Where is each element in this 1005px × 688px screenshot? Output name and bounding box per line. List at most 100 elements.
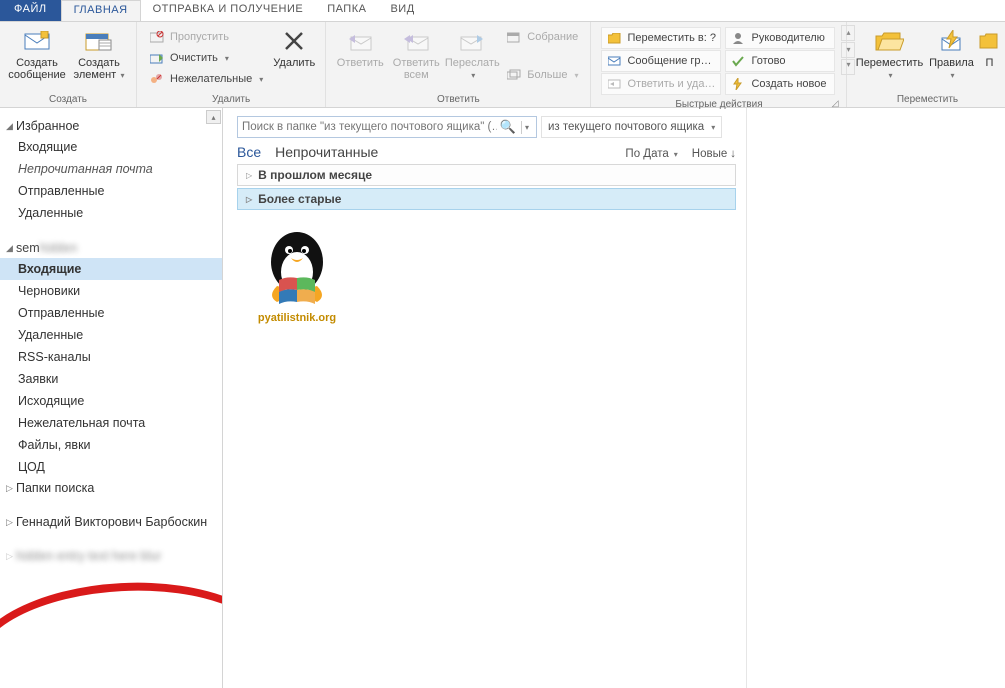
reply-button[interactable]: Ответить [332,25,388,69]
folder-cod[interactable]: ЦОД [0,456,222,478]
filter-unread[interactable]: Непрочитанные [275,144,378,160]
lightning-icon [731,77,745,91]
meeting-icon [506,29,522,45]
forward-button[interactable]: Переслать ▾ [444,25,500,82]
dropdown-caret-icon: ▾ [259,75,263,84]
move-label: Переместить [856,57,923,69]
more-icon [506,67,522,83]
delete-x-icon [278,27,310,55]
clean-button[interactable]: Очистить ▾ [145,48,267,68]
new-message-button[interactable]: Создать сообщение [6,25,68,81]
expand-icon: ▷ [6,517,16,528]
tab-view[interactable]: ВИД [378,0,426,21]
search-box[interactable]: 🔍 ▾ [237,116,537,138]
watermark-logo: pyatilistnik.org [237,226,357,324]
ribbon-tabs: ФАЙЛ ГЛАВНАЯ ОТПРАВКА И ПОЛУЧЕНИЕ ПАПКА … [0,0,1005,22]
folder-rss[interactable]: RSS-каналы [0,346,222,368]
collapse-icon: ◢ [6,243,16,254]
forward-icon [456,27,488,55]
dropdown-caret-icon: ▾ [674,150,678,159]
sort-direction-button[interactable]: Новые ↓ [692,148,736,160]
hidden-section: ▷hidden entry text here blur [0,546,222,566]
filter-all[interactable]: Все [237,144,261,160]
ribbon-group-quick-label: Быстрые действия◿ [597,97,840,111]
dialog-launcher-icon[interactable]: ◿ [832,98,839,109]
ribbon-group-create: Создать сообщение Создать элемент ▾ Созд… [0,22,137,107]
tab-folder[interactable]: ПАПКА [315,0,378,21]
new-item-label: Создать элемент [74,57,120,81]
reply-all-button[interactable]: Ответить всем [388,25,444,81]
folder-outbox[interactable]: Исходящие [0,390,222,412]
more-respond-button[interactable]: Больше▾ [502,65,582,85]
search-scope-dropdown[interactable]: из текущего почтового ящика ▾ [541,116,722,138]
forward-label: Переслать [445,57,500,69]
fav-inbox[interactable]: Входящие [0,136,222,158]
sort-by-button[interactable]: По Дата ▾ [625,148,677,160]
dropdown-caret-icon: ▾ [574,71,578,80]
message-list-pane: 🔍 ▾ из текущего почтового ящика ▾ Все Не… [223,108,747,688]
fav-deleted[interactable]: Удаленные [0,202,222,224]
search-input[interactable] [242,121,497,133]
folder-open-icon [873,27,905,55]
reply-all-icon [400,27,432,55]
ribbon-group-delete-label: Удалить [143,92,319,106]
search-folders-header[interactable]: ▷Папки поиска [0,478,222,498]
ribbon-group-quick: Переместить в: ? Руководителю Сообщение … [591,22,847,107]
new-item-button[interactable]: Создать элемент ▾ [68,25,130,82]
delete-button[interactable]: Удалить [269,25,319,69]
account-header[interactable]: ◢semhidden [0,238,222,258]
ribbon: Создать сообщение Создать элемент ▾ Созд… [0,22,1005,108]
penguin-windows-icon [247,226,347,310]
quick-done[interactable]: Готово [725,50,835,72]
quick-to-manager[interactable]: Руководителю [725,27,835,49]
folder-drafts[interactable]: Черновики [0,280,222,302]
dropdown-caret-icon: ▾ [118,71,124,80]
group-last-month[interactable]: ▷ В прошлом месяце [237,164,736,186]
clean-label: Очистить [170,52,218,64]
dropdown-caret-icon: ▾ [888,71,892,80]
ignore-label: Пропустить [170,31,229,43]
reply-icon [344,27,376,55]
folder-deleted[interactable]: Удаленные [0,324,222,346]
truncated-button[interactable]: П [977,25,1001,69]
junk-label: Нежелательные [170,73,252,85]
quick-msg-group[interactable]: Сообщение гр… [601,50,721,72]
check-icon [731,54,745,68]
new-message-label: Создать сообщение [8,57,66,81]
clean-icon [149,50,165,66]
mail-new-icon [21,27,53,55]
folder-inbox[interactable]: Входящие [0,258,222,280]
shared-mailbox-section: ▷Геннадий Викторович Барбоскин [0,512,222,532]
tab-home[interactable]: ГЛАВНАЯ [61,0,141,21]
quick-create-new[interactable]: Создать новое [725,73,835,95]
folder-sent[interactable]: Отправленные [0,302,222,324]
fav-unread[interactable]: Непрочитанная почта [0,158,222,180]
dropdown-caret-icon: ▾ [225,54,229,63]
group-older[interactable]: ▷ Более старые [237,188,736,210]
scroll-up-icon[interactable]: ▴ [206,110,221,124]
search-caret-icon[interactable]: ▾ [521,121,532,134]
fav-sent[interactable]: Отправленные [0,180,222,202]
tab-send-receive[interactable]: ОТПРАВКА И ПОЛУЧЕНИЕ [141,0,316,21]
junk-button[interactable]: Нежелательные ▾ [145,69,267,89]
quick-move-to[interactable]: Переместить в: ? [601,27,721,49]
folder-junk[interactable]: Нежелательная почта [0,412,222,434]
move-button[interactable]: Переместить ▾ [853,25,925,82]
folder-requests[interactable]: Заявки [0,368,222,390]
favorites-header[interactable]: ◢Избранное [0,116,222,136]
main-area: ▴ ◢Избранное Входящие Непрочитанная почт… [0,108,1005,688]
tab-file[interactable]: ФАЙЛ [0,0,61,21]
search-icon[interactable]: 🔍 [497,119,519,135]
ribbon-group-create-label: Создать [6,92,130,106]
ribbon-group-delete: Пропустить Очистить ▾ Нежелательные ▾ Удал… [137,22,326,107]
shared-mailbox-header[interactable]: ▷Геннадий Викторович Барбоскин [0,512,222,532]
junk-icon [149,71,165,87]
rules-button[interactable]: Правила▾ [925,25,977,82]
quick-reply-delete[interactable]: Ответить и уда… [601,73,721,95]
folder-files[interactable]: Файлы, явки [0,434,222,456]
ignore-button[interactable]: Пропустить [145,27,267,47]
mail-group-icon [607,54,621,68]
hidden-header[interactable]: ▷hidden entry text here blur [0,546,222,566]
delete-label: Удалить [273,57,315,69]
meeting-button[interactable]: Собрание [502,27,582,47]
